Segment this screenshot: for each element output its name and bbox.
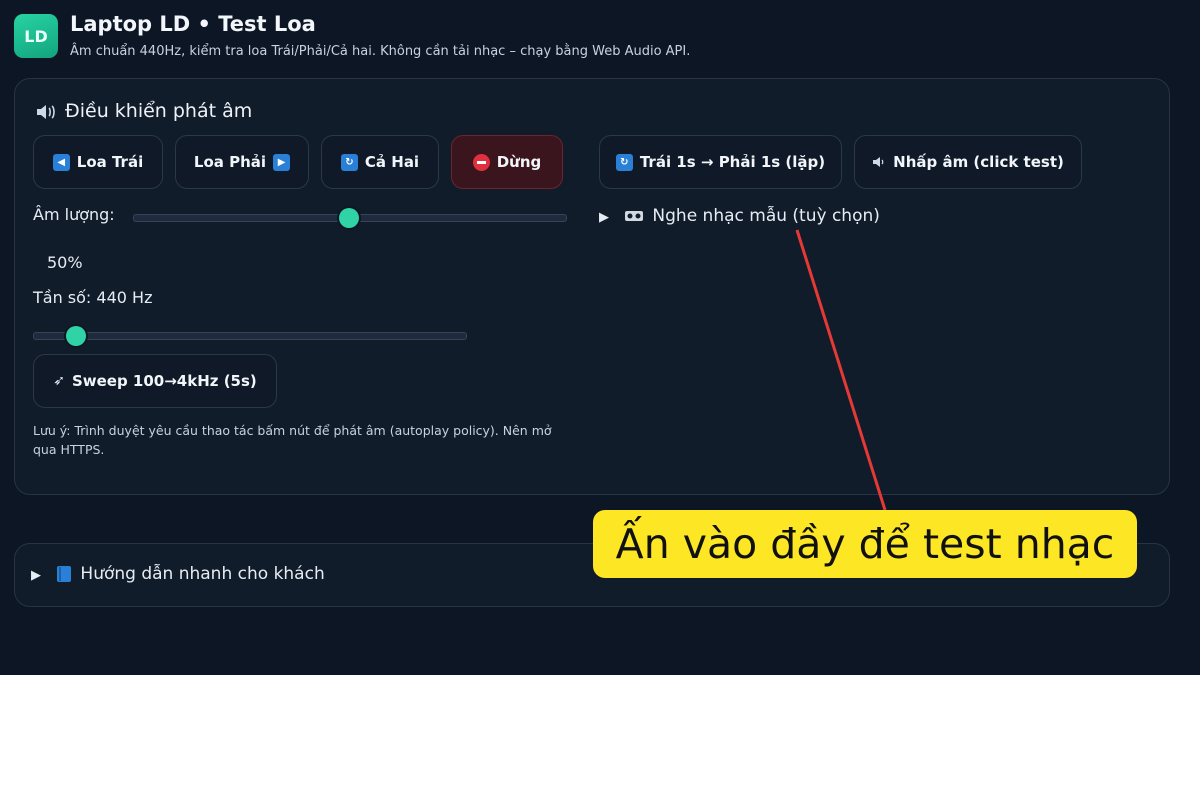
alternate-left-right-button[interactable]: ↻ Trái 1s → Phải 1s (lặp) [599,135,842,189]
frequency-slider-thumb[interactable] [66,326,87,346]
both-speakers-label: Cả Hai [364,153,420,171]
disclosure-caret-icon: ▶ [599,210,609,225]
stop-label: Dừng [496,153,542,171]
speaker-icon [37,104,55,119]
arrow-left-icon: ◀ [52,153,70,171]
volume-value: 50% [47,253,83,272]
arrow-right-icon: ▶ [273,153,291,171]
volume-label: Âm lượng: [33,205,115,224]
frequency-slider[interactable] [33,332,467,340]
speaker-icon [873,157,884,167]
playback-controls-card: Điều khiển phát âm ◀ Loa Trái Loa Phải ▶… [14,78,1170,495]
controls-heading: Điều khiển phát âm [35,100,252,122]
click-test-label: Nhấp âm (click test) [893,153,1064,171]
sample-music-toggle[interactable]: ▶ Nghe nhạc mẫu (tuỳ chọn) [599,206,880,226]
book-icon [57,566,72,582]
volume-slider-thumb[interactable] [339,208,359,228]
controls-heading-text: Điều khiển phát âm [65,100,253,122]
right-speaker-button[interactable]: Loa Phải ▶ [175,135,309,189]
repeat-icon: ↻ [340,153,358,171]
radio-icon [625,211,644,221]
sample-music-label: Nghe nhạc mẫu (tuỳ chọn) [652,206,880,226]
sweep-button[interactable]: ➶ Sweep 100→4kHz (5s) [33,354,277,408]
both-speakers-button[interactable]: ↻ Cả Hai [321,135,439,189]
click-test-button[interactable]: Nhấp âm (click test) [854,135,1082,189]
sweep-label: Sweep 100→4kHz (5s) [71,372,257,390]
quick-guide-toggle[interactable]: ▶ Hướng dẫn nhanh cho khách [31,564,325,584]
rocket-icon: ➶ [53,373,65,389]
disclosure-caret-icon: ▶ [31,568,41,583]
quick-guide-label: Hướng dẫn nhanh cho khách [80,564,325,584]
frequency-label: Tần số: 440 Hz [33,288,153,307]
left-speaker-button[interactable]: ◀ Loa Trái [33,135,163,189]
no-entry-icon [472,153,490,171]
autoplay-note: Lưu ý: Trình duyệt yêu cầu thao tác bấm … [33,423,552,457]
annotation-callout: Ấn vào đầy để test nhạc [593,510,1137,578]
alternate-label: Trái 1s → Phải 1s (lặp) [639,153,826,171]
app-subtitle: Âm chuẩn 440Hz, kiểm tra loa Trái/Phải/C… [70,44,691,59]
app-title: Laptop LD • Test Loa [70,12,316,36]
left-speaker-label: Loa Trái [76,153,144,171]
repeat-icon: ↻ [615,153,633,171]
right-speaker-label: Loa Phải [193,153,267,171]
app-logo: LD [14,14,58,58]
stop-button[interactable]: Dừng [451,135,563,189]
